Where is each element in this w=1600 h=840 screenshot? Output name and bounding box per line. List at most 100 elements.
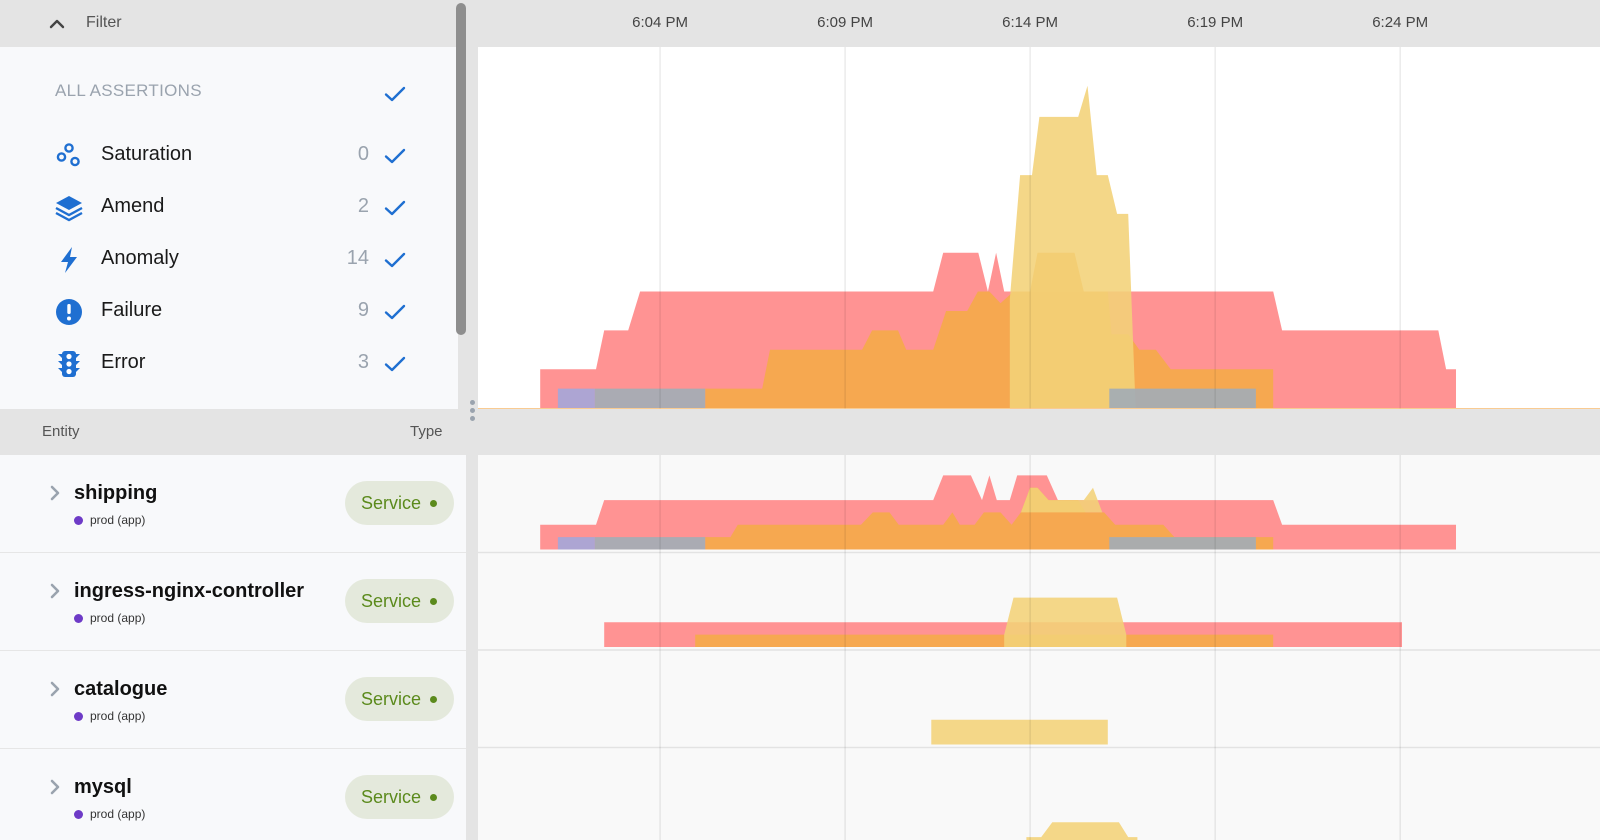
panel-all-assertions: [540, 85, 1456, 409]
status-dot: [430, 597, 438, 605]
status-dot: [430, 499, 438, 507]
series-anomaly-area[interactable]: [931, 719, 1108, 745]
env-label: prod (app): [90, 513, 146, 527]
type-badge: Service: [345, 775, 454, 819]
type-label: Service: [361, 786, 422, 807]
assertion-item-error[interactable]: Error 3: [55, 348, 415, 378]
assertion-name: Error: [101, 351, 146, 373]
check-icon[interactable]: [383, 248, 407, 272]
type-badge: Service: [345, 481, 454, 525]
entity-name[interactable]: catalogue: [74, 678, 167, 701]
chevron-right-icon[interactable]: [48, 681, 62, 697]
time-tick-label: 6:19 PM: [1187, 14, 1244, 31]
panel-catalogue: [931, 719, 1108, 745]
time-tick-label: 6:24 PM: [1372, 14, 1429, 31]
check-icon[interactable]: [383, 82, 407, 106]
series-error-area[interactable]: [695, 634, 1274, 647]
entity-column-header[interactable]: Entity: [42, 423, 80, 440]
series-saturation-area[interactable]: [1109, 388, 1256, 408]
check-icon[interactable]: [383, 352, 407, 376]
series-amend-area[interactable]: [557, 388, 595, 408]
time-axis: 6:04 PM 6:09 PM 6:14 PM 6:19 PM 6:24 PM: [478, 0, 1600, 47]
series-amend-area[interactable]: [557, 537, 595, 550]
env-label: prod (app): [90, 709, 146, 723]
entity-name[interactable]: shipping: [74, 482, 157, 505]
time-tick-label: 6:14 PM: [1002, 14, 1059, 31]
entity-env: prod (app): [74, 709, 145, 723]
filter-label: Filter: [86, 14, 122, 31]
assertion-item-amend[interactable]: Amend 2: [55, 192, 415, 222]
time-tick-label: 6:09 PM: [817, 14, 874, 31]
type-label: Service: [361, 688, 422, 709]
chevron-right-icon[interactable]: [48, 485, 62, 501]
type-label: Service: [361, 590, 422, 611]
all-assertions-row[interactable]: ALL ASSERTIONS: [55, 81, 415, 105]
type-label: Service: [361, 492, 422, 513]
assertion-name: Anomaly: [101, 247, 179, 269]
assertion-count: 9: [357, 299, 369, 321]
env-label: prod (app): [90, 611, 146, 625]
assertion-count: 14: [346, 247, 369, 269]
entity-row[interactable]: shipping prod (app) Service: [0, 455, 466, 553]
env-dot: [74, 515, 83, 525]
entity-name[interactable]: mysql: [74, 776, 132, 799]
lightning-icon: [61, 247, 77, 273]
entity-row[interactable]: mysql prod (app) Service: [0, 749, 466, 840]
check-icon[interactable]: [383, 144, 407, 168]
series-anomaly-area[interactable]: [1020, 487, 1103, 513]
filter-header[interactable]: Filter: [0, 0, 466, 47]
time-tick-label: 6:04 PM: [632, 14, 688, 31]
entity-env: prod (app): [74, 807, 145, 821]
series-anomaly-area[interactable]: [1009, 85, 1136, 409]
assertion-name: Amend: [101, 195, 165, 217]
assertions-timeline-chart[interactable]: [478, 47, 1600, 409]
series-saturation-area[interactable]: [1109, 537, 1256, 550]
timeline-svg: [478, 47, 1600, 409]
entity-timelines-svg: [478, 455, 1600, 840]
panel-shipping: [540, 475, 1456, 550]
panel-ingress-nginx-controller: [604, 597, 1402, 647]
app-root: Filter ALL ASSERTIONS Saturation 0 Amend…: [0, 0, 1600, 840]
status-dot: [430, 695, 438, 703]
chevron-right-icon[interactable]: [48, 779, 62, 795]
panel-mysql: [1026, 822, 1138, 840]
entity-timeline-charts: [478, 455, 1600, 840]
type-badge: Service: [345, 579, 454, 623]
check-icon[interactable]: [383, 196, 407, 220]
assertion-count: 2: [357, 195, 369, 217]
chevron-up-icon[interactable]: [48, 15, 66, 33]
exclamation-circle-icon: [56, 299, 82, 325]
layers-icon: [55, 196, 83, 222]
type-column-header[interactable]: Type: [410, 423, 443, 440]
table-header: Entity Type: [0, 409, 1600, 455]
check-icon[interactable]: [383, 300, 407, 324]
env-dot: [74, 809, 83, 819]
entity-row[interactable]: ingress-nginx-controller prod (app) Serv…: [0, 553, 466, 651]
env-label: prod (app): [90, 807, 146, 821]
env-dot: [74, 711, 83, 721]
series-saturation-area[interactable]: [594, 537, 706, 550]
assertion-count: 3: [357, 351, 369, 373]
chevron-right-icon[interactable]: [48, 583, 62, 599]
series-anomaly-area[interactable]: [1004, 597, 1127, 647]
assertions-filter-list: ALL ASSERTIONS Saturation 0 Amend 2 Anom…: [0, 47, 458, 409]
entity-env: prod (app): [74, 611, 145, 625]
env-dot: [74, 613, 83, 623]
series-saturation-area[interactable]: [594, 388, 706, 408]
type-badge: Service: [345, 677, 454, 721]
entity-row[interactable]: catalogue prod (app) Service: [0, 651, 466, 749]
status-dot: [430, 793, 438, 801]
assertion-item-anomaly[interactable]: Anomaly 14: [55, 244, 415, 274]
assertion-item-failure[interactable]: Failure 9: [55, 296, 415, 326]
entity-env: prod (app): [74, 513, 145, 527]
series-anomaly-area[interactable]: [1026, 822, 1138, 840]
all-assertions-label: ALL ASSERTIONS: [55, 81, 202, 100]
saturation-circles-icon: [56, 143, 80, 167]
traffic-light-icon: [58, 351, 80, 377]
resize-handle[interactable]: [467, 400, 477, 424]
filter-scrollbar-thumb[interactable]: [456, 3, 466, 335]
entity-name[interactable]: ingress-nginx-controller: [74, 580, 304, 603]
assertion-item-saturation[interactable]: Saturation 0: [55, 140, 415, 170]
assertion-count: 0: [357, 143, 369, 165]
assertion-name: Failure: [101, 299, 163, 321]
